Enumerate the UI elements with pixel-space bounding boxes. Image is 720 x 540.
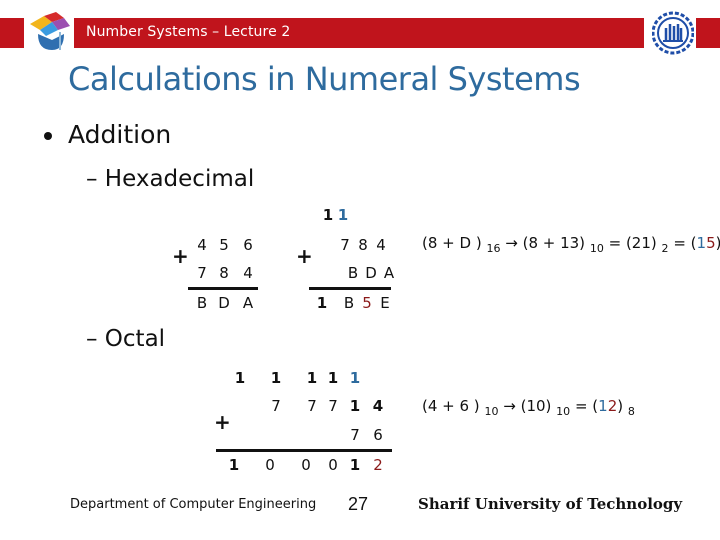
result-digit: 5 (362, 294, 372, 312)
digit: 8 (358, 236, 368, 254)
expr-part: (8 + D ) (422, 234, 482, 252)
sum-rule (216, 449, 392, 452)
subheading-octal: – Octal (86, 326, 166, 352)
result-digit: D (218, 294, 230, 312)
expr-digit: 1 (696, 234, 707, 252)
result-digit: B (196, 294, 208, 312)
digit: 7 (340, 236, 350, 254)
digit: 1 (349, 397, 361, 415)
digit: 7 (271, 397, 281, 415)
arrow-icon: → (503, 397, 516, 415)
result-digit: 1 (316, 294, 328, 312)
digit: 7 (307, 397, 317, 415)
expr-part: (8 + 13) (522, 234, 586, 252)
carry-digit: 1 (337, 206, 349, 224)
plus-icon: + (296, 244, 313, 268)
bullet-text: Addition (68, 120, 172, 149)
base-subscript: 10 (556, 405, 571, 418)
bullet-dot-icon (44, 132, 52, 140)
expr-digit: 2 (607, 397, 618, 415)
footer-department: Department of Computer Engineering (70, 497, 317, 512)
expr-part: ) (617, 397, 624, 415)
result-digit: 0 (301, 456, 311, 474)
digit: 7 (350, 426, 360, 444)
arrow-icon: → (505, 234, 518, 252)
expr-digit: 5 (706, 234, 716, 252)
footer-university: Sharif University of Technology (418, 495, 683, 513)
base-subscript: 2 (661, 242, 669, 255)
result-digit: B (343, 294, 355, 312)
bullet-addition: Addition (36, 120, 171, 149)
graduation-cap-puzzle-icon (30, 12, 70, 50)
result-digit: 0 (265, 456, 275, 474)
university-emblem-icon (652, 11, 694, 55)
digit: 6 (243, 236, 253, 254)
digit: 4 (197, 236, 207, 254)
base-subscript: 16 (486, 242, 501, 255)
carry-digit: 1 (349, 369, 361, 387)
sum-rule (309, 287, 391, 290)
digit: 4 (376, 236, 386, 254)
expr-part: = ( (574, 397, 599, 415)
result-digit: A (242, 294, 254, 312)
expr-digit: 1 (598, 397, 608, 415)
digit: B (347, 264, 359, 282)
digit: 7 (328, 397, 338, 415)
digit: 4 (243, 264, 253, 282)
result-digit: 2 (373, 456, 383, 474)
digit: 5 (219, 236, 229, 254)
base-subscript: 8 (627, 405, 635, 418)
lecture-title: Number Systems – Lecture 2 (86, 24, 291, 40)
slide-title: Calculations in Numeral Systems (68, 60, 581, 98)
sum-rule (188, 287, 258, 290)
header-banner-left (0, 18, 24, 48)
carry-digit: 1 (270, 369, 282, 387)
hex-explanation: (8 + D ) 16 → (8 + 13) 10 = (21) 2 = (15… (422, 234, 720, 255)
subheading-hexadecimal: – Hexadecimal (86, 166, 255, 192)
plus-icon: + (214, 410, 231, 434)
expr-part: (4 + 6 ) (422, 397, 480, 415)
octal-explanation: (4 + 6 ) 10 → (10) 10 = (12) 8 (422, 397, 635, 418)
result-digit: E (380, 294, 390, 312)
carry-digit: 1 (234, 369, 246, 387)
expr-part: ) (716, 234, 720, 252)
digit: 4 (372, 397, 384, 415)
page-number: 27 (348, 494, 369, 514)
carry-digit: 1 (322, 206, 334, 224)
plus-icon: + (172, 244, 189, 268)
base-subscript: 10 (589, 242, 604, 255)
carry-digit: 1 (327, 369, 339, 387)
expr-part: (10) (520, 397, 552, 415)
digit: 8 (219, 264, 229, 282)
base-subscript: 10 (484, 405, 499, 418)
result-digit: 1 (228, 456, 240, 474)
carry-digit: 1 (306, 369, 318, 387)
digit: 7 (197, 264, 207, 282)
header-banner-right (696, 18, 720, 48)
digit: D (365, 264, 377, 282)
result-digit: 0 (328, 456, 338, 474)
result-digit: 1 (349, 456, 361, 474)
digit: 6 (373, 426, 383, 444)
expr-part: = ( (673, 234, 697, 252)
expr-part: = (21) (608, 234, 657, 252)
digit: A (383, 264, 395, 282)
